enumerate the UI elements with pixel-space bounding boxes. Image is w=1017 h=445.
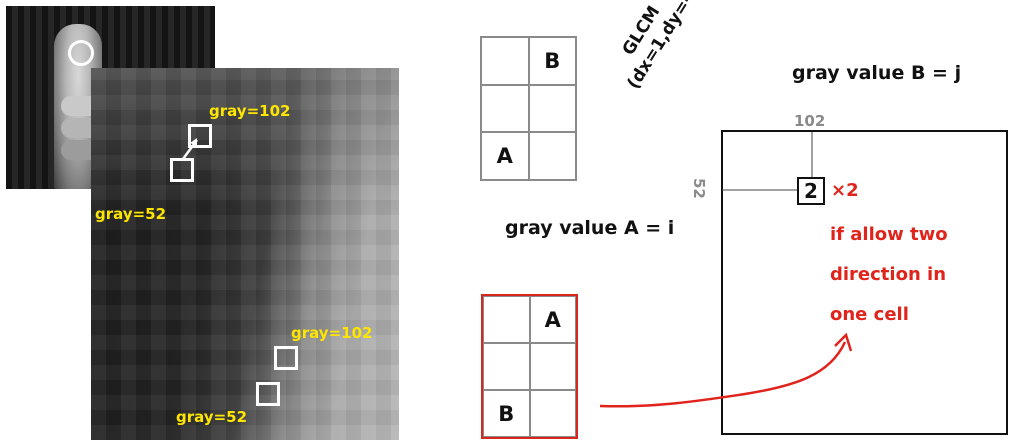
neighborhood-grid-top: B A (480, 36, 577, 181)
grid-cell: A (481, 132, 529, 180)
grid-cell (481, 84, 529, 133)
matrix-row-value: 52 (690, 178, 708, 199)
label-gray-102-lower: gray=102 (291, 324, 373, 342)
label-gray-52-upper: gray=52 (95, 205, 167, 223)
label-gray-52-lower: gray=52 (176, 408, 248, 426)
multiplier-label: ×2 (831, 180, 859, 201)
pixel-grid-texture (91, 68, 399, 440)
red-curved-arrow (599, 332, 853, 408)
axis-label-gray-b: gray value B = j (792, 62, 962, 84)
grid-cell (529, 343, 576, 390)
note-line-1: if allow two (830, 224, 948, 245)
grid-cell (483, 296, 530, 343)
grid-cell (529, 390, 576, 437)
grid-cell: B (483, 390, 530, 437)
neighborhood-grid-bottom: A B (481, 294, 578, 439)
note-line-2: direction in (830, 264, 947, 285)
pixel-box-a-lower (256, 382, 280, 406)
arrow-head (834, 332, 853, 352)
arrow-path (599, 341, 847, 408)
focus-circle (68, 40, 94, 66)
glcm-cell-value: 2 (797, 177, 825, 205)
label-gray-102-upper: gray=102 (209, 102, 291, 120)
grid-cell: B (528, 37, 576, 85)
pixel-box-b-lower (274, 346, 298, 370)
grid-cell (528, 84, 576, 133)
matrix-column-value: 102 (794, 112, 826, 130)
zoomed-pixel-image (91, 68, 399, 440)
axis-label-gray-a: gray value A = i (505, 217, 675, 239)
pair-arrow-upper (181, 138, 199, 160)
grid-cell (528, 132, 576, 180)
glcm-label: GLCM (dx=1,dy=-2) (604, 0, 734, 102)
grid-cell (483, 343, 530, 390)
grid-cell: A (529, 296, 576, 343)
grid-cell (481, 37, 529, 85)
